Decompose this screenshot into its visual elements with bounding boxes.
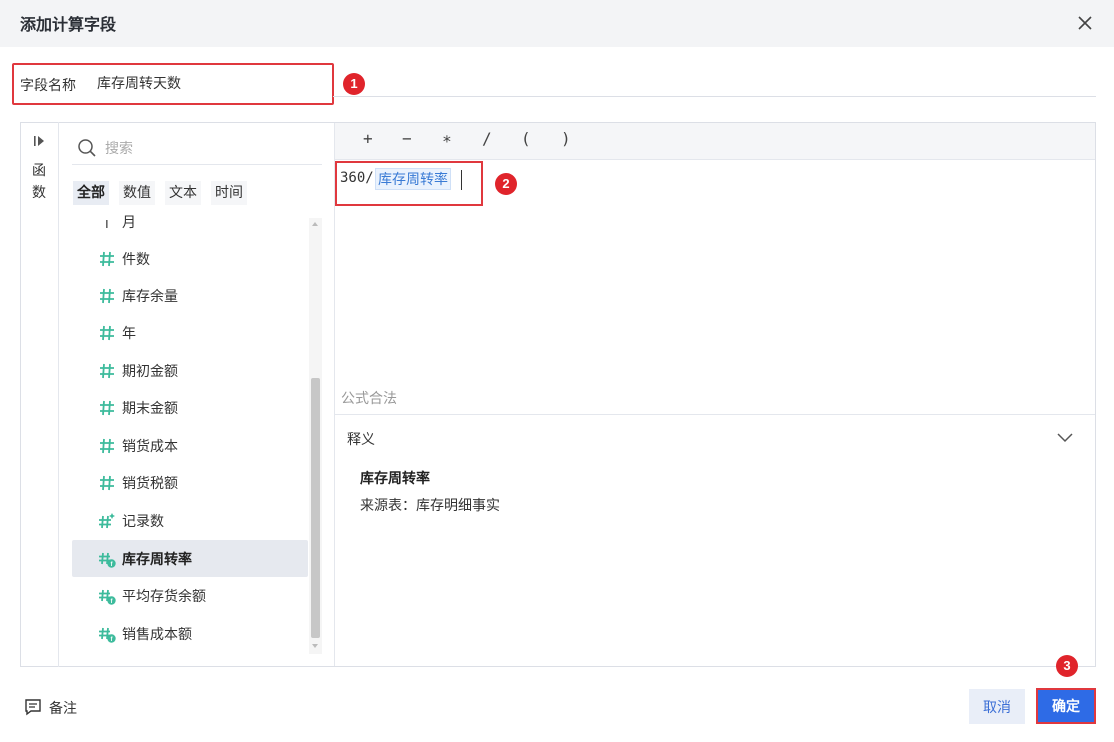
close-icon[interactable] bbox=[1075, 13, 1095, 33]
confirm-button[interactable]: 确定 bbox=[1038, 690, 1094, 722]
list-item[interactable]: 销货成本 bbox=[72, 427, 308, 464]
number-icon bbox=[100, 251, 114, 267]
operator-open-paren-button[interactable]: ( bbox=[521, 129, 531, 148]
field-label: 期末金额 bbox=[122, 401, 178, 417]
field-label: 记录数 bbox=[122, 514, 164, 530]
field-label: 库存周转率 bbox=[122, 552, 192, 568]
field-label: 平均存货余额 bbox=[122, 589, 206, 605]
field-label: 件数 bbox=[122, 252, 150, 268]
chevron-down-icon[interactable] bbox=[1056, 431, 1074, 445]
text-caret bbox=[461, 170, 462, 190]
list-item[interactable]: 期初金额 bbox=[72, 352, 308, 389]
operator-plus-button[interactable]: + bbox=[363, 129, 373, 148]
dimension-icon bbox=[106, 220, 108, 228]
list-item[interactable]: 库存余量 bbox=[72, 277, 308, 314]
field-name-input[interactable] bbox=[97, 75, 327, 91]
definition-field-name: 库存周转率 bbox=[360, 471, 430, 487]
field-label: 销货成本 bbox=[122, 439, 178, 455]
definition-title[interactable]: 释义 bbox=[347, 429, 375, 449]
formula-text[interactable]: 360/ bbox=[340, 170, 374, 186]
step-badge-2: 2 bbox=[495, 173, 517, 195]
filter-tab-time[interactable]: 时间 bbox=[211, 181, 247, 205]
field-label: 年 bbox=[122, 326, 136, 342]
step-badge-1: 1 bbox=[343, 73, 365, 95]
calc-formula-number-icon: f bbox=[99, 589, 116, 605]
list-item[interactable]: 月 bbox=[72, 215, 308, 240]
filter-tab-number[interactable]: 数值 bbox=[119, 181, 155, 205]
formula-field-token[interactable]: 库存周转率 bbox=[375, 168, 451, 190]
definition-divider bbox=[335, 414, 1095, 415]
list-item[interactable]: 销货税额 bbox=[72, 464, 308, 501]
field-name-label: 字段名称 bbox=[20, 78, 76, 94]
filter-tab-all[interactable]: 全部 bbox=[73, 181, 109, 205]
operator-divide-button[interactable]: / bbox=[482, 129, 492, 148]
expand-function-icon[interactable] bbox=[33, 134, 47, 148]
dialog-title: 添加计算字段 bbox=[20, 15, 117, 34]
operator-minus-button[interactable]: − bbox=[402, 129, 412, 148]
scroll-up-icon[interactable] bbox=[312, 222, 318, 226]
field-label: 库存余量 bbox=[122, 289, 178, 305]
search-icon bbox=[78, 139, 96, 157]
function-tab-char: 函 bbox=[32, 163, 46, 179]
calc-formula-number-icon: f bbox=[99, 627, 116, 643]
field-label: 销货税额 bbox=[122, 476, 178, 492]
list-item-selected[interactable]: f 库存周转率 bbox=[72, 540, 308, 577]
formula-status: 公式合法 bbox=[341, 391, 397, 407]
dialog-header: 添加计算字段 bbox=[0, 0, 1114, 47]
step-badge-3: 3 bbox=[1056, 655, 1078, 677]
list-item[interactable]: f 平均存货余额 bbox=[72, 577, 308, 614]
filter-tab-text[interactable]: 文本 bbox=[165, 181, 201, 205]
field-list: 月 件数 库存余量 年 期初金额 期末金额 销货成本 销货税额 记录数 f 库存… bbox=[72, 215, 322, 661]
number-icon bbox=[100, 288, 114, 304]
scrollbar-thumb[interactable] bbox=[311, 378, 320, 638]
function-tab-label[interactable]: 函 数 bbox=[31, 160, 47, 204]
search-divider bbox=[72, 164, 322, 165]
field-label: 月 bbox=[122, 215, 136, 231]
calc-number-icon bbox=[99, 513, 115, 529]
list-item[interactable]: 期末金额 bbox=[72, 389, 308, 426]
number-icon bbox=[100, 325, 114, 341]
number-icon bbox=[100, 400, 114, 416]
number-icon bbox=[100, 363, 114, 379]
number-icon bbox=[100, 475, 114, 491]
list-item[interactable]: f 销售成本额 bbox=[72, 615, 308, 652]
operator-close-paren-button[interactable]: ) bbox=[561, 129, 571, 148]
number-icon bbox=[100, 438, 114, 454]
list-item[interactable]: 记录数 bbox=[72, 502, 308, 539]
function-tab-char: 数 bbox=[32, 185, 46, 201]
scroll-down-icon[interactable] bbox=[312, 644, 318, 648]
operator-multiply-button[interactable]: ∗ bbox=[442, 129, 452, 148]
search-input[interactable] bbox=[105, 140, 315, 156]
note-label: 备注 bbox=[49, 701, 77, 717]
comment-icon bbox=[25, 699, 41, 716]
list-item[interactable]: 年 bbox=[72, 314, 308, 351]
definition-source: 来源表：库存明细事实 bbox=[360, 498, 500, 514]
field-label: 期初金额 bbox=[122, 364, 178, 380]
list-item[interactable]: 件数 bbox=[72, 240, 308, 277]
cancel-button[interactable]: 取消 bbox=[969, 689, 1025, 724]
calc-formula-number-icon: f bbox=[99, 552, 116, 568]
name-divider bbox=[333, 96, 1096, 97]
field-label: 销售成本额 bbox=[122, 627, 192, 643]
